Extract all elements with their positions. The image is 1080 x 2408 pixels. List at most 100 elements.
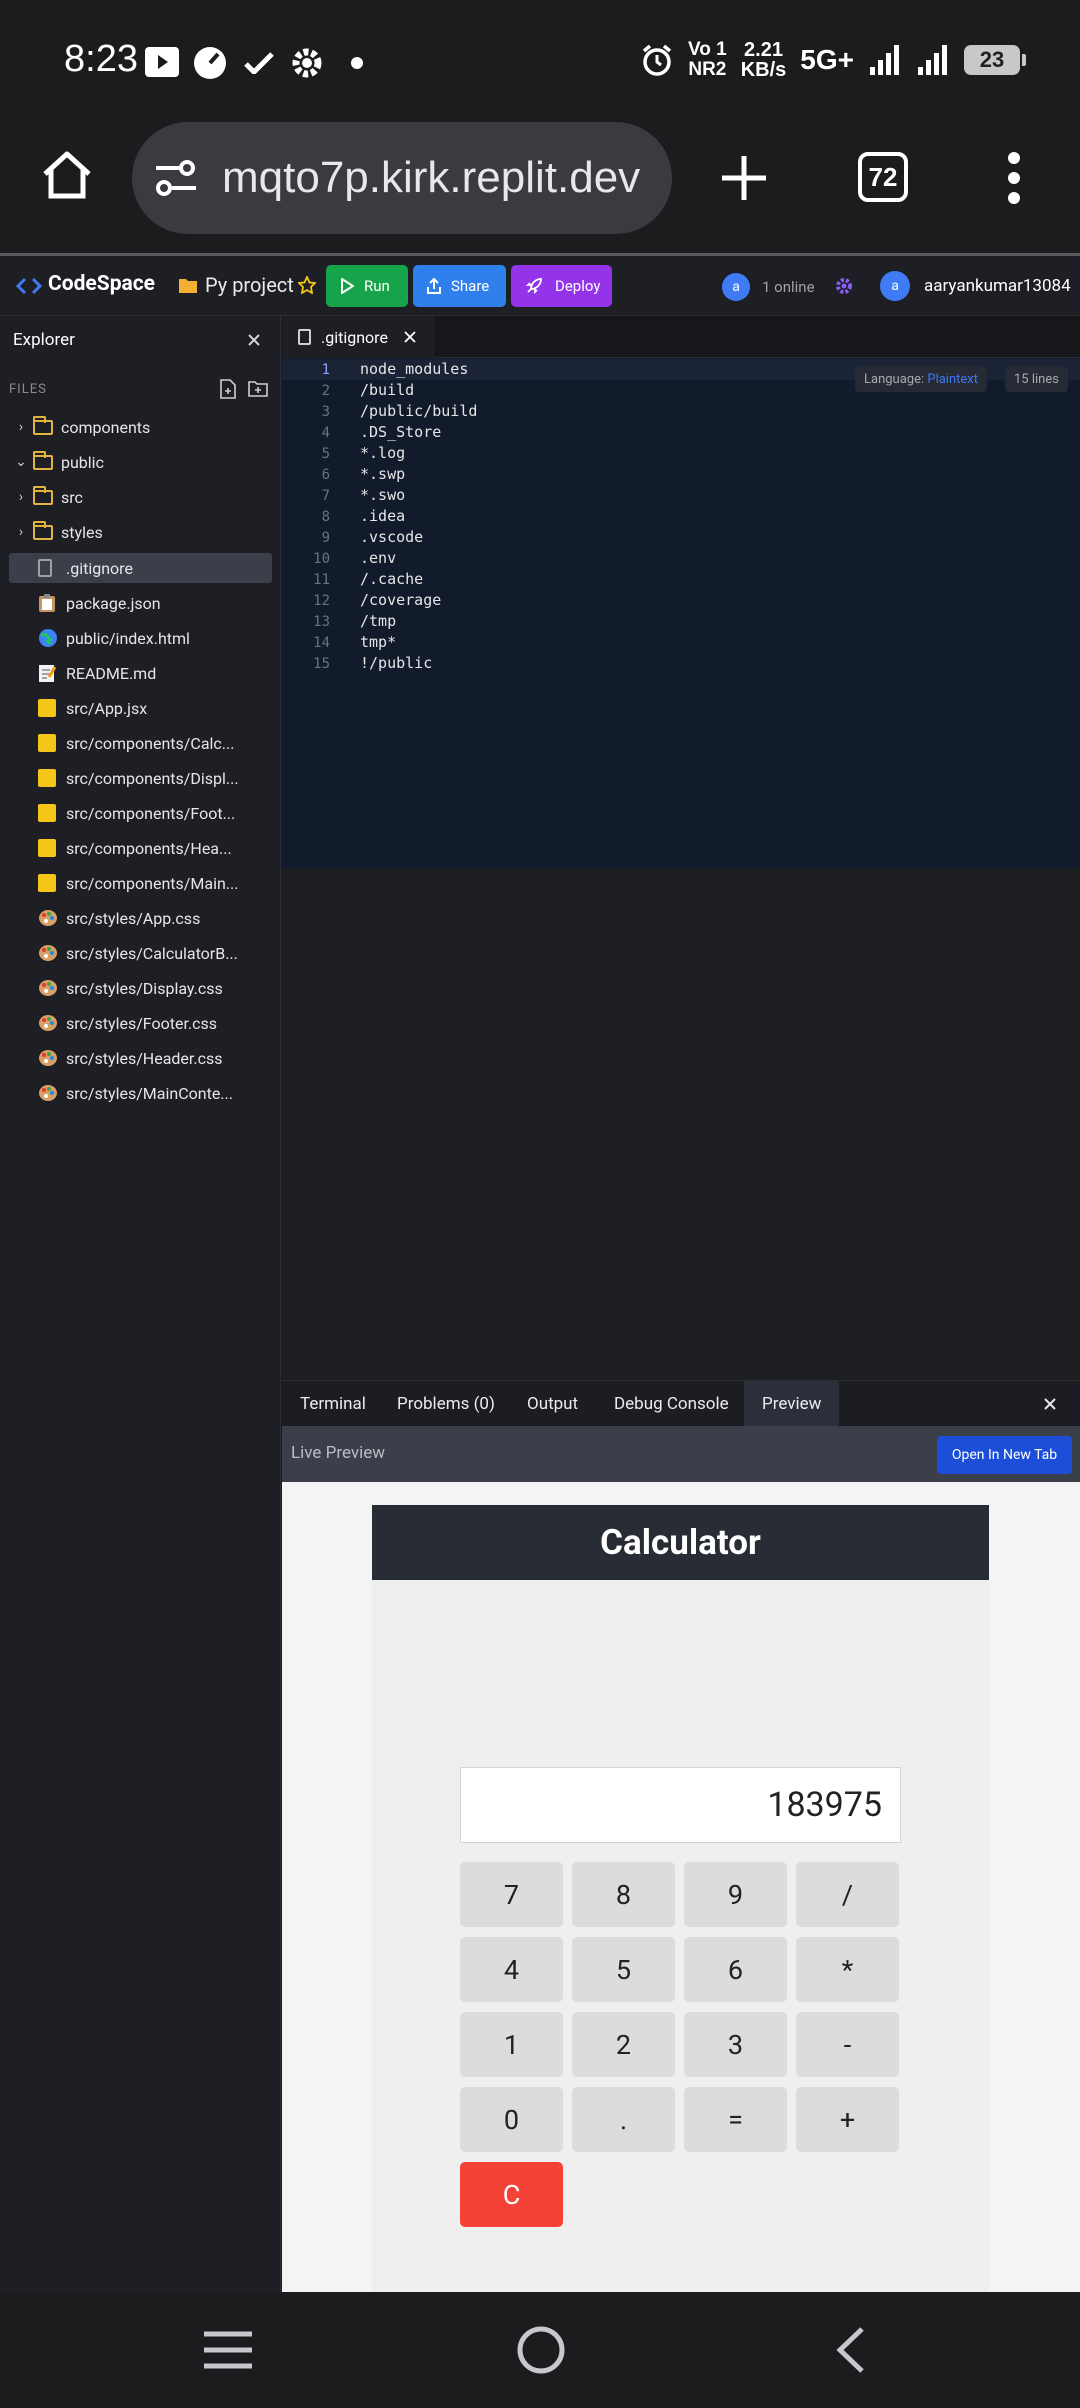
tab-switcher-button[interactable]: 72 — [858, 152, 908, 202]
file-readme[interactable]: README.md — [9, 658, 272, 688]
folder-icon — [33, 485, 53, 505]
file-header-component[interactable]: src/components/Hea... — [9, 833, 272, 863]
file-label: README.md — [66, 663, 157, 683]
close-tab-icon[interactable] — [404, 331, 416, 343]
line-text: .env — [360, 549, 397, 567]
key-divide[interactable]: / — [796, 1862, 899, 1927]
key-1[interactable]: 1 — [460, 2012, 563, 2077]
tab-preview[interactable]: Preview — [744, 1381, 840, 1427]
key-0[interactable]: 0 — [460, 2087, 563, 2152]
palette-icon — [39, 1050, 57, 1066]
file-calculatorb-css[interactable]: src/styles/CalculatorB... — [9, 938, 272, 968]
file-label: src/styles/MainConte... — [66, 1083, 233, 1103]
line-text: .DS_Store — [360, 423, 442, 441]
key-6[interactable]: 6 — [684, 1937, 787, 2002]
file-footer-component[interactable]: src/components/Foot... — [9, 798, 272, 828]
key-5[interactable]: 5 — [572, 1937, 675, 2002]
settings-icon[interactable] — [834, 276, 854, 296]
file-label: src/styles/Display.css — [66, 978, 223, 998]
code-line: 8 .idea — [282, 506, 1080, 527]
code-line: 5 *.log — [282, 443, 1080, 464]
folder-public[interactable]: ⌄ public — [9, 447, 272, 477]
key-9[interactable]: 9 — [684, 1862, 787, 1927]
site-settings-icon[interactable] — [154, 158, 198, 198]
folder-styles[interactable]: › styles — [9, 517, 272, 547]
more-menu-icon[interactable] — [1004, 150, 1024, 206]
line-text: /coverage — [360, 591, 442, 609]
tab-terminal[interactable]: Terminal — [282, 1381, 384, 1427]
tab-debug-console[interactable]: Debug Console — [596, 1381, 747, 1427]
key-8[interactable]: 8 — [572, 1862, 675, 1927]
close-icon[interactable] — [247, 333, 261, 347]
android-navigation-bar — [0, 2292, 1080, 2408]
key-clear[interactable]: C — [460, 2162, 563, 2227]
run-button[interactable]: Run — [326, 265, 408, 307]
calculator-title: Calculator — [372, 1505, 989, 1580]
folder-src[interactable]: › src — [9, 482, 272, 512]
file-label: src/components/Displ... — [66, 768, 239, 788]
app-logo-text[interactable]: CodeSpace — [48, 272, 155, 296]
line-number: 5 — [321, 446, 330, 462]
tab-gitignore[interactable]: .gitignore — [282, 316, 434, 358]
username-label: aaryankumar13084 — [924, 276, 1071, 296]
file-display-css[interactable]: src/styles/Display.css — [9, 973, 272, 1003]
file-header-css[interactable]: src/styles/Header.css — [9, 1043, 272, 1073]
tab-output[interactable]: Output — [509, 1381, 596, 1427]
network-type: 5G+ — [800, 44, 854, 75]
key-4[interactable]: 4 — [460, 1937, 563, 2002]
line-text: node_modules — [360, 360, 469, 378]
new-folder-icon[interactable] — [248, 380, 268, 397]
file-display-component[interactable]: src/components/Displ... — [9, 763, 272, 793]
file-main-component[interactable]: src/components/Main... — [9, 868, 272, 898]
project-name[interactable]: Py project — [205, 273, 294, 297]
battery-indicator: 23 — [964, 45, 1026, 75]
new-tab-icon[interactable] — [720, 154, 768, 202]
palette-icon — [39, 1015, 57, 1031]
key-decimal[interactable]: . — [572, 2087, 675, 2152]
file-index-html[interactable]: public/index.html — [9, 623, 272, 653]
folder-components[interactable]: › components — [9, 412, 272, 442]
preview-frame: Calculator 183975 7 8 9 / 4 5 6 * 1 2 3 … — [282, 1482, 1080, 2292]
file-app-css[interactable]: src/styles/App.css — [9, 903, 272, 933]
file-app-jsx[interactable]: src/App.jsx — [9, 693, 272, 723]
line-number: 12 — [313, 593, 330, 609]
recent-apps-icon[interactable] — [204, 2330, 252, 2370]
file-calc-component[interactable]: src/components/Calc... — [9, 728, 272, 758]
key-equals[interactable]: = — [684, 2087, 787, 2152]
star-icon[interactable] — [298, 276, 316, 294]
file-icon — [38, 559, 52, 577]
file-package-json[interactable]: package.json — [9, 588, 272, 618]
user-menu[interactable]: a aaryankumar13084 — [880, 271, 1071, 301]
close-panel-icon[interactable] — [1043, 1397, 1057, 1411]
code-editor[interactable]: 1 node_modules 2/build 3/public/build 4 .D… — [282, 358, 1080, 868]
deploy-button[interactable]: Deploy — [511, 265, 612, 307]
key-plus[interactable]: + — [796, 2087, 899, 2152]
key-7[interactable]: 7 — [460, 1862, 563, 1927]
key-2[interactable]: 2 — [572, 2012, 675, 2077]
calculator-display: 183975 — [460, 1767, 901, 1843]
file-footer-css[interactable]: src/styles/Footer.css — [9, 1008, 272, 1038]
network-speed: 2.21 KB/s — [741, 40, 787, 80]
new-file-icon[interactable] — [219, 379, 237, 399]
open-new-tab-button[interactable]: Open In New Tab — [937, 1436, 1072, 1474]
address-bar[interactable]: mqto7p.kirk.replit.dev — [132, 122, 672, 234]
file-maincontent-css[interactable]: src/styles/MainConte... — [9, 1078, 272, 1108]
run-label: Run — [364, 277, 390, 295]
line-number: 4 — [321, 425, 330, 441]
back-icon[interactable] — [832, 2325, 866, 2375]
folder-label: components — [61, 417, 151, 437]
share-button[interactable]: Share — [413, 265, 506, 307]
language-indicator: Language: Plaintext — [855, 366, 987, 392]
line-text: *.log — [360, 444, 406, 462]
key-minus[interactable]: - — [796, 2012, 899, 2077]
file-label: src/components/Main... — [66, 873, 239, 893]
tab-problems[interactable]: Problems (0) — [379, 1381, 513, 1427]
code-line: 13/tmp — [282, 611, 1080, 632]
key-multiply[interactable]: * — [796, 1937, 899, 2002]
key-3[interactable]: 3 — [684, 2012, 787, 2077]
home-icon[interactable] — [40, 148, 94, 202]
signal-strength-icon — [870, 45, 899, 75]
file-gitignore[interactable]: .gitignore — [9, 553, 272, 583]
home-button-icon[interactable] — [516, 2325, 566, 2375]
line-number: 10 — [313, 551, 330, 567]
